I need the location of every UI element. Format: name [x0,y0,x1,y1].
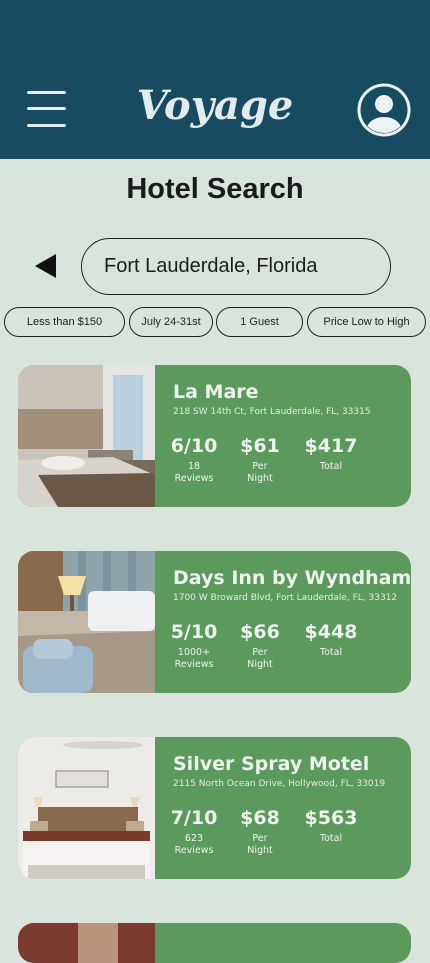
nightly-price: $66 [240,621,280,643]
total-price-stat: $417 Total [303,435,359,473]
rating-stat: 5/10 1000+ Reviews [168,621,220,671]
total-price-label: Total [319,833,343,844]
rating-value: 7/10 [170,807,218,829]
hotel-card[interactable]: La Mare 218 SW 14th Ct, Fort Lauderdale,… [18,365,411,507]
rating-stat: 7/10 623 Reviews [168,807,220,857]
hotel-card[interactable]: Days Inn by Wyndham 1700 W Broward Blvd,… [18,551,411,693]
nightly-price: $61 [240,435,280,457]
back-triangle-icon[interactable] [33,252,59,280]
user-profile-icon[interactable] [357,83,411,137]
total-price-label: Total [319,647,343,658]
review-count: 623 Reviews [174,833,214,856]
hotel-photo [18,551,155,693]
hotel-card[interactable]: Silver Spray Motel 2115 North Ocean Driv… [18,737,411,879]
hotel-name: Silver Spray Motel [173,753,370,775]
filter-dates-chip[interactable]: July 24-31st [129,307,213,337]
nightly-price-label: Per Night [247,461,273,484]
nightly-price-label: Per Night [247,647,273,670]
nightly-price-stat: $61 Per Night [238,435,282,485]
hotel-photo [18,923,155,963]
hotel-address: 1700 W Broward Blvd, Fort Lauderdale, FL… [173,593,398,603]
nightly-price-label: Per Night [247,833,273,856]
hotel-address: 2115 North Ocean Drive, Hollywood, FL, 3… [173,779,386,789]
rating-value: 5/10 [170,621,218,643]
rating-stat: 6/10 18 Reviews [168,435,220,485]
hotel-photo [18,737,155,879]
page-title: Hotel Search [126,173,304,205]
total-price: $448 [304,621,358,643]
total-price: $417 [304,435,358,457]
nightly-price-stat: $68 Per Night [238,807,282,857]
nightly-price-stat: $66 Per Night [238,621,282,671]
hotel-name: La Mare [173,381,259,403]
sort-chip[interactable]: Price Low to High [307,307,426,337]
hotel-name: Days Inn by Wyndham [173,567,411,589]
nightly-price: $68 [240,807,280,829]
hotel-card-partial[interactable] [18,923,411,963]
app-header: Voyage [0,0,430,159]
total-price-label: Total [319,461,343,472]
total-price: $563 [304,807,358,829]
review-count: 18 Reviews [174,461,214,484]
location-search-input[interactable]: Fort Lauderdale, Florida [81,238,391,295]
hotel-photo [18,365,155,507]
review-count: 1000+ Reviews [174,647,214,670]
filter-guests-chip[interactable]: 1 Guest [216,307,303,337]
hotel-address: 218 SW 14th Ct, Fort Lauderdale, FL, 333… [173,407,371,417]
rating-value: 6/10 [170,435,218,457]
total-price-stat: $448 Total [303,621,359,659]
filter-chips: Less than $150 July 24-31st 1 Guest Pric… [0,307,430,337]
total-price-stat: $563 Total [303,807,359,845]
filter-price-chip[interactable]: Less than $150 [4,307,125,337]
